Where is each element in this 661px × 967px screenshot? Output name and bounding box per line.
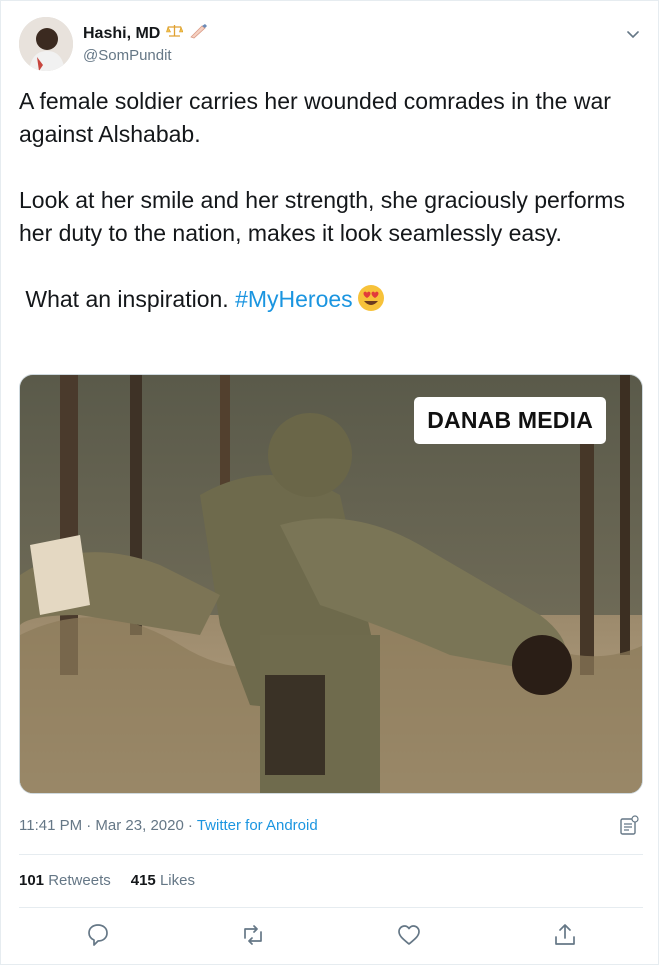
tweet-text: A female soldier carries her wounded com… <box>19 85 639 316</box>
likes-count: 415 <box>130 872 156 889</box>
name-line: Hashi, MD <box>83 23 209 44</box>
like-icon[interactable] <box>395 921 423 949</box>
tweet-timestamp[interactable]: 11:41 PM · Mar 23, 2020 <box>19 817 184 834</box>
tweet-header: Hashi, MD @SomPundit <box>19 17 644 73</box>
tweet-paragraph-3: What an inspiration. #MyHeroes <box>19 283 639 316</box>
hashtag-link[interactable]: #MyHeroes <box>235 286 353 312</box>
writing-hand-icon <box>189 23 209 44</box>
retweet-icon[interactable] <box>239 921 267 949</box>
tweet-paragraph-2: Look at her smile and her strength, she … <box>19 187 625 246</box>
meta-separator: · <box>187 817 193 834</box>
tweet-card: Hashi, MD @SomPundit A female soldier ca… <box>0 0 659 965</box>
tweet-stats: 101 Retweets 415 Likes <box>19 872 195 889</box>
likes-label: Likes <box>159 872 195 889</box>
scales-icon <box>166 24 184 43</box>
heart-eyes-emoji-icon <box>357 284 385 312</box>
chevron-down-icon[interactable] <box>624 25 642 43</box>
display-name[interactable]: Hashi, MD <box>83 25 160 43</box>
tweet-actions <box>1 921 661 951</box>
retweets-count: 101 <box>19 872 45 889</box>
analytics-icon[interactable] <box>618 815 640 837</box>
tweet-photo[interactable]: DANAB MEDIA <box>19 374 643 794</box>
share-icon[interactable] <box>551 921 579 949</box>
reply-icon[interactable] <box>84 921 112 949</box>
tweet-meta: 11:41 PM · Mar 23, 2020 · Twitter for An… <box>19 817 318 834</box>
user-handle[interactable]: @SomPundit <box>83 47 172 64</box>
retweets-stat[interactable]: 101 Retweets <box>19 872 111 889</box>
avatar[interactable] <box>19 17 73 71</box>
likes-stat[interactable]: 415 Likes <box>131 872 195 889</box>
retweets-label: Retweets <box>48 872 111 889</box>
tweet-paragraph-3-text: What an inspiration. <box>25 286 236 312</box>
divider <box>19 854 643 855</box>
tweet-source-link[interactable]: Twitter for Android <box>197 817 318 834</box>
divider <box>19 907 643 908</box>
media-watermark: DANAB MEDIA <box>414 397 606 444</box>
tweet-paragraph-1: A female soldier carries her wounded com… <box>19 88 611 147</box>
